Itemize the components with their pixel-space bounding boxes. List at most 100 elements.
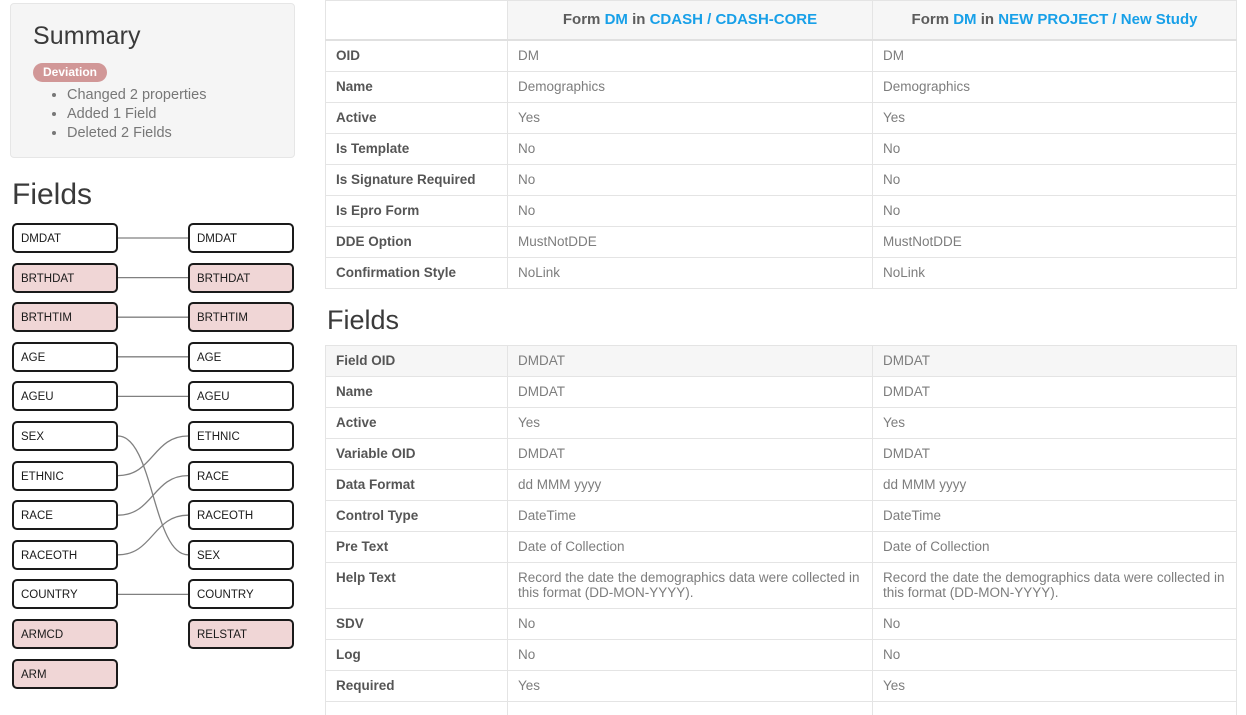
table-row: Field OID DMDAT DMDAT bbox=[325, 345, 1237, 377]
row-label: SDV bbox=[325, 608, 508, 640]
field-box-right[interactable]: BRTHDAT bbox=[188, 262, 294, 293]
field-box-left[interactable]: AGE bbox=[12, 341, 118, 372]
header-project-link[interactable]: NEW PROJECT bbox=[998, 11, 1108, 28]
field-box-left[interactable]: AGEU bbox=[12, 381, 118, 412]
field-box-right[interactable]: RELSTAT bbox=[188, 619, 294, 649]
row-label: Is Epro Form bbox=[325, 195, 508, 227]
header-in-word: in bbox=[632, 11, 646, 28]
field-box-right[interactable]: SEX bbox=[188, 539, 294, 570]
cell-left-value: MustNotDDE bbox=[507, 226, 873, 258]
cell-left-value: No bbox=[507, 639, 873, 671]
row-label: OID bbox=[325, 39, 508, 72]
row-label: Log bbox=[325, 639, 508, 671]
field-box-left[interactable]: DMDAT bbox=[12, 223, 118, 253]
field-box-left[interactable]: BRTHTIM bbox=[12, 302, 118, 333]
field-box-left[interactable]: COUNTRY bbox=[12, 579, 118, 610]
cell-right-value: DMDAT bbox=[872, 345, 1237, 377]
cell-left-value: No bbox=[507, 195, 873, 227]
row-label: Active bbox=[325, 407, 508, 439]
field-box-left[interactable]: RACEOTH bbox=[12, 539, 118, 570]
list-item: Deleted 2 Fields bbox=[67, 124, 294, 143]
cell-left-value: No bbox=[507, 164, 873, 196]
table-row: Variable OID DMDAT DMDAT bbox=[325, 438, 1237, 470]
form-table-head: Form DM in CDASH / CDASH-CORE Form DM in… bbox=[325, 0, 1237, 41]
row-label: Required bbox=[325, 670, 508, 702]
table-row: Active Yes Yes bbox=[325, 407, 1237, 439]
row-label: Data Format bbox=[325, 469, 508, 501]
field-box-right[interactable]: AGE bbox=[188, 341, 294, 372]
form-table-body: OID DM DM Name Demographics Demographics Activ… bbox=[325, 39, 1237, 289]
row-label: Name bbox=[325, 71, 508, 103]
cell-right-value: Date of Collection bbox=[872, 531, 1237, 563]
table-row: SDV No No bbox=[325, 608, 1237, 640]
cell-left-value: dd MMM yyyy bbox=[507, 469, 873, 501]
cell-right-value: Demographics bbox=[872, 71, 1237, 103]
field-box-right[interactable]: RACE bbox=[188, 460, 294, 491]
row-label: Field OID bbox=[325, 345, 508, 377]
field-box-left[interactable]: ETHNIC bbox=[12, 460, 118, 491]
fields-comparison-table: Field OID DMDAT DMDAT Name DMDAT DMDAT Active Y… bbox=[325, 345, 1237, 715]
cell-right-value: No bbox=[872, 608, 1237, 640]
cell-left-value: DMDAT bbox=[507, 438, 873, 470]
header-form-link[interactable]: DM bbox=[605, 11, 628, 28]
field-box-left[interactable]: ARMCD bbox=[12, 619, 118, 649]
field-box-left[interactable]: SEX bbox=[12, 421, 118, 451]
cell-right-value: DMDAT bbox=[872, 438, 1237, 470]
form-comparison-table: Form DM in CDASH / CDASH-CORE Form DM in… bbox=[325, 0, 1237, 289]
cell-right-value: DM bbox=[872, 39, 1237, 72]
cell-right-value: Yes bbox=[872, 102, 1237, 134]
list-item: Added 1 Field bbox=[67, 105, 294, 124]
header-project-link[interactable]: CDASH bbox=[650, 11, 703, 28]
table-row: Log No No bbox=[325, 639, 1237, 671]
row-label: Pre Text bbox=[325, 531, 508, 563]
table-row: Help Text Record the date the demographic… bbox=[325, 562, 1237, 609]
cell-right-value: MustNotDDE bbox=[872, 226, 1237, 258]
cell-right-value bbox=[872, 701, 1237, 715]
cell-right-value: No bbox=[872, 195, 1237, 227]
cell-left-value: NoLink bbox=[507, 257, 873, 289]
row-label: Variable OID bbox=[325, 438, 508, 470]
cell-right-value: Yes bbox=[872, 670, 1237, 702]
cell-right-value: Yes bbox=[872, 407, 1237, 439]
table-row: Pre Text Date of Collection Date of Collec… bbox=[325, 531, 1237, 563]
field-box-left[interactable]: BRTHDAT bbox=[12, 262, 118, 293]
field-box-left[interactable]: ARM bbox=[12, 658, 118, 689]
cell-left-value: Date of Collection bbox=[507, 531, 873, 563]
fields-table-heading: Fields bbox=[327, 305, 400, 335]
field-box-right[interactable]: RACEOTH bbox=[188, 500, 294, 531]
header-study-link[interactable]: New Study bbox=[1121, 11, 1198, 28]
row-label bbox=[325, 701, 508, 715]
header-separator: / bbox=[1112, 11, 1117, 28]
cell-left-value: Demographics bbox=[507, 71, 873, 103]
header-prefix: Form bbox=[562, 11, 601, 28]
row-label: Active bbox=[325, 102, 508, 134]
field-box-right[interactable]: BRTHTIM bbox=[188, 302, 294, 333]
cell-right-value: Record the date the demographics data we… bbox=[872, 562, 1237, 609]
table-row bbox=[325, 701, 1237, 715]
field-box-right[interactable]: DMDAT bbox=[188, 223, 294, 253]
summary-title: Summary bbox=[33, 22, 141, 50]
table-row: OID DM DM bbox=[325, 39, 1237, 72]
cell-left-value: Record the date the demographics data we… bbox=[507, 562, 873, 609]
mapping-edge bbox=[117, 474, 189, 516]
table-row: Is Epro Form No No bbox=[325, 195, 1237, 227]
right-pane: Form DM in CDASH / CDASH-CORE Form DM in… bbox=[325, 0, 1246, 715]
header-study-link[interactable]: CDASH-CORE bbox=[715, 11, 817, 28]
table-row: Active Yes Yes bbox=[325, 102, 1237, 134]
field-box-right[interactable]: ETHNIC bbox=[188, 421, 294, 451]
table-row: Required Yes Yes bbox=[325, 670, 1237, 702]
mapping-edge bbox=[117, 435, 189, 556]
field-box-right[interactable]: COUNTRY bbox=[188, 579, 294, 610]
cell-left-value: DMDAT bbox=[507, 376, 873, 408]
header-left-source: Form DM in CDASH / CDASH-CORE bbox=[507, 0, 873, 41]
row-label: Control Type bbox=[325, 500, 508, 532]
table-row: Control Type DateTime DateTime bbox=[325, 500, 1237, 532]
fields-table-section: Fields Field OID DMDAT DMDAT Name DMDAT DMDAT… bbox=[325, 307, 1246, 715]
mapping-edge bbox=[117, 514, 189, 556]
field-box-left[interactable]: RACE bbox=[12, 500, 118, 531]
header-prefix: Form bbox=[911, 11, 950, 28]
summary-list: Changed 2 properties Added 1 Field Delet… bbox=[11, 86, 294, 143]
fields-heading-left: Fields bbox=[12, 178, 93, 211]
header-form-link[interactable]: DM bbox=[953, 11, 976, 28]
field-box-right[interactable]: AGEU bbox=[188, 381, 294, 412]
